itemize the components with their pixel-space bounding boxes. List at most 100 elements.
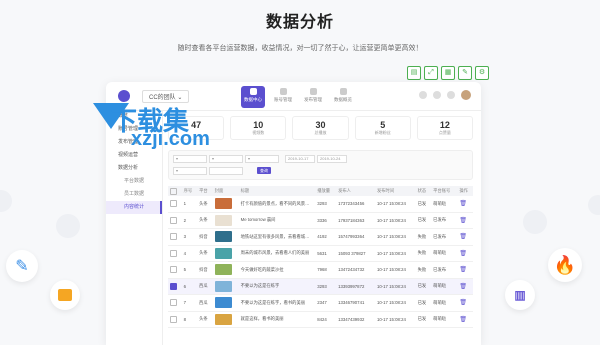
row-checkbox bbox=[168, 278, 182, 295]
row-time: 10-17 15:08:24 bbox=[374, 261, 416, 279]
sidebar-item-analytics[interactable]: 数据分析 bbox=[106, 162, 162, 175]
row-platform: 头条 bbox=[197, 311, 213, 328]
row-title: 不要以为这是在练字 bbox=[238, 278, 316, 295]
nav-publish[interactable]: 发布管理 bbox=[301, 86, 325, 108]
row-account: 已发布 bbox=[431, 228, 458, 246]
settings-icon[interactable]: ⚙ bbox=[475, 66, 489, 80]
date-end-field[interactable]: 2019-10-24 bbox=[317, 155, 347, 163]
video-thumbnail[interactable] bbox=[214, 231, 232, 243]
row-thumbnail bbox=[212, 228, 239, 246]
video-thumbnail[interactable] bbox=[214, 280, 232, 292]
select-all-header[interactable] bbox=[168, 186, 182, 196]
delete-icon[interactable]: 🗑 bbox=[459, 201, 467, 207]
content-table: 序号 平台 封面 标题 播放量 发布人 发布时间 状态 平台账号 操作 1 头条打… bbox=[168, 186, 473, 328]
stat-card: 10 视频数 bbox=[230, 116, 287, 140]
row-plays: 3293 bbox=[315, 196, 337, 213]
row-thumbnail bbox=[212, 196, 239, 213]
bookmark-icon[interactable]: ▤ bbox=[407, 66, 421, 80]
delete-icon[interactable]: 🗑 bbox=[459, 234, 467, 240]
select-all-checkbox[interactable] bbox=[170, 187, 177, 195]
sidebar-item-content-stats[interactable]: 内容统计 bbox=[106, 201, 162, 214]
row-actions: 🗑 bbox=[457, 212, 473, 229]
table-row[interactable]: 1 头条 打卡有颜值的景点，看不同的风景旅行 3293 17372343456 10-17… bbox=[168, 196, 473, 213]
row-status: 失败 bbox=[415, 245, 432, 262]
row-checkbox[interactable] bbox=[170, 200, 177, 208]
edit-icon[interactable]: ✎ bbox=[458, 66, 472, 80]
row-title: 不要以为这是在练字，看书的美丽 bbox=[238, 294, 316, 312]
row-plays: 3293 bbox=[315, 278, 337, 295]
stat-card: 30 总播放 bbox=[292, 116, 349, 140]
video-thumbnail[interactable] bbox=[214, 198, 232, 210]
row-plays: 5631 bbox=[315, 245, 337, 262]
bar-chart-icon: ▥ bbox=[505, 280, 535, 310]
delete-icon[interactable]: 🗑 bbox=[459, 317, 467, 323]
deco-bubble bbox=[56, 214, 80, 238]
video-thumbnail[interactable] bbox=[214, 297, 232, 309]
row-publisher: 13347439932 bbox=[336, 311, 375, 328]
row-checkbox bbox=[168, 311, 182, 328]
delete-icon[interactable]: 🗑 bbox=[459, 284, 467, 290]
nav-overview[interactable]: 数据概览 bbox=[331, 86, 355, 108]
table-row[interactable]: 3 抖音 地铁站这里有很多风景，去看看城市的风景 4192 15747993364 10-… bbox=[168, 228, 473, 246]
row-time: 10-17 15:08:24 bbox=[374, 196, 416, 213]
publisher-select[interactable]: ▾ bbox=[173, 167, 207, 175]
table-row[interactable]: 5 抖音 今天做好吃的蔬菜沙拉 7968 13472434732 10-17 15:08:… bbox=[168, 261, 473, 279]
account-select[interactable]: ▾ bbox=[209, 155, 243, 163]
row-thumbnail bbox=[212, 212, 239, 229]
delete-icon[interactable]: 🗑 bbox=[459, 267, 467, 273]
row-title: Me tomorrow 晨间 bbox=[238, 212, 316, 229]
platform-select[interactable]: ▾ bbox=[173, 155, 207, 163]
filter-panel: ▾ ▾ ▾ 2019-10-17 2019-10-24 ▾ 查询 bbox=[168, 150, 473, 180]
table-header: 序号 平台 封面 标题 播放量 发布人 发布时间 状态 平台账号 操作 bbox=[168, 186, 473, 196]
video-thumbnail[interactable] bbox=[214, 214, 232, 226]
video-thumbnail[interactable] bbox=[214, 247, 232, 259]
row-actions: 🗑 bbox=[457, 311, 473, 328]
row-platform: 西瓜 bbox=[197, 278, 213, 295]
row-no: 6 bbox=[181, 278, 198, 295]
table-row[interactable]: 8 头条 就是这样，看书的美丽 8424 13347439932 10-17 15:08:… bbox=[168, 311, 473, 328]
settings-icon[interactable] bbox=[447, 91, 455, 99]
status-select[interactable]: ▾ bbox=[245, 155, 279, 163]
table-row[interactable]: 4 头条 周末的城市风景，去看看人们的美丽 5631 15093 379827 10-17… bbox=[168, 245, 473, 262]
search-button[interactable]: 查询 bbox=[257, 167, 271, 174]
delete-icon[interactable]: 🗑 bbox=[459, 300, 467, 306]
row-publisher: 17372343456 bbox=[336, 196, 375, 213]
keyword-input[interactable] bbox=[209, 167, 243, 175]
nav-accounts[interactable]: 账号管理 bbox=[271, 86, 295, 108]
row-checkbox[interactable] bbox=[170, 233, 177, 241]
main-content: 47 10 视频数 30 总播放 5 新增粉丝 12 点赞量 ▾ ▾ ▾ 2019-10… bbox=[168, 116, 474, 345]
message-icon[interactable] bbox=[433, 91, 441, 99]
row-checkbox bbox=[168, 245, 182, 262]
video-thumbnail[interactable] bbox=[214, 264, 232, 276]
row-no: 1 bbox=[181, 196, 198, 213]
notification-icon[interactable] bbox=[419, 91, 427, 99]
avatar[interactable] bbox=[461, 90, 471, 100]
row-checkbox[interactable] bbox=[170, 266, 177, 274]
row-thumbnail bbox=[212, 294, 239, 312]
table-row[interactable]: 7 西瓜 不要以为这是在练字，看书的美丽 2347 13346790741 10-17 1… bbox=[168, 294, 473, 312]
delete-icon[interactable]: 🗑 bbox=[459, 218, 467, 224]
video-thumbnail[interactable] bbox=[214, 313, 232, 325]
row-checkbox[interactable] bbox=[170, 299, 177, 307]
table-row[interactable]: 2 头条 Me tomorrow 晨间 3336 17937184363 10-17 15… bbox=[168, 212, 473, 229]
row-status: 已发 bbox=[415, 294, 432, 312]
row-checkbox[interactable] bbox=[170, 282, 177, 290]
doc-icon[interactable]: ▦ bbox=[441, 66, 455, 80]
sidebar-item-staff-data[interactable]: 员工数据 bbox=[106, 188, 162, 201]
row-title: 地铁站这里有很多风景，去看看城市的风景 bbox=[238, 228, 316, 246]
row-status: 已发 bbox=[415, 212, 432, 229]
nav-data-center[interactable]: 数据中心 bbox=[241, 86, 265, 108]
row-time: 10-17 15:08:24 bbox=[374, 294, 416, 312]
col-header: 操作 bbox=[457, 186, 473, 196]
delete-icon[interactable]: 🗑 bbox=[459, 251, 467, 257]
row-checkbox[interactable] bbox=[170, 249, 177, 257]
row-account: 萌萌哒 bbox=[431, 311, 458, 328]
sidebar-item-platform-data[interactable]: 平台数据 bbox=[106, 175, 162, 188]
expand-icon[interactable]: ⤢ bbox=[424, 66, 438, 80]
date-start-field[interactable]: 2019-10-17 bbox=[285, 155, 315, 163]
table-row[interactable]: 6 西瓜 不要以为这是在练字 3293 13393997872 10-17 15:08:2… bbox=[168, 278, 473, 295]
row-checkbox[interactable] bbox=[170, 315, 177, 323]
row-checkbox[interactable] bbox=[170, 216, 177, 224]
col-header: 平台 bbox=[197, 186, 213, 196]
row-publisher: 17937184363 bbox=[336, 212, 375, 229]
